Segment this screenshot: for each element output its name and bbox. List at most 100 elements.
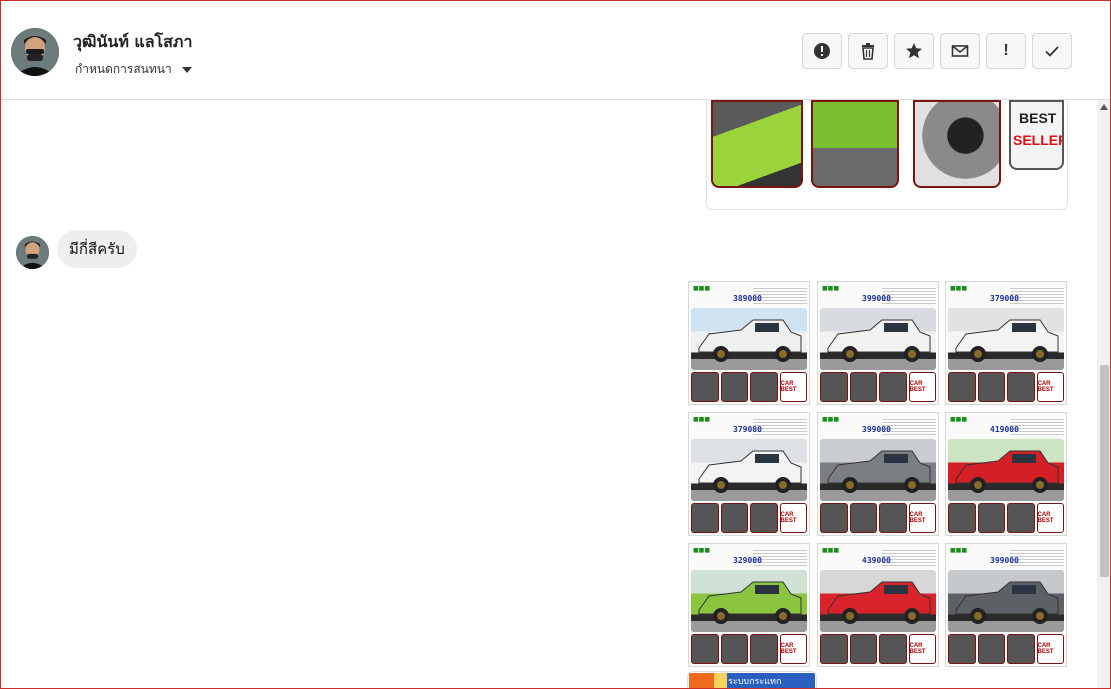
poster-detail-thumbnails: CAR BEST	[948, 503, 1064, 533]
poster-detail-thumbnails: CAR BEST	[948, 634, 1064, 664]
detail-thumbnail	[720, 503, 748, 533]
poster-price: 439000	[862, 556, 891, 565]
poster-car-photo	[948, 308, 1064, 370]
detail-thumbnail	[750, 503, 778, 533]
poster-logo: ■■■	[822, 285, 840, 292]
poster-car-photo	[820, 439, 936, 501]
poster-logo: ■■■	[950, 547, 968, 554]
outgoing-image-grid[interactable]: ■■■ 389000 CAR BEST ■■■ 399000 CAR BEST ■■■ 379…	[687, 281, 1069, 667]
assign-label: กำหนดการสนทนา	[75, 62, 172, 76]
sender-avatar[interactable]	[16, 236, 49, 269]
image-tile	[811, 100, 899, 188]
alert-circle-icon	[814, 43, 830, 59]
poster-badge: CAR BEST	[908, 634, 936, 664]
poster-price: 329000	[733, 556, 762, 565]
detail-thumbnail	[820, 372, 848, 402]
detail-thumbnail	[750, 634, 778, 664]
conversation-header: วุฒินันท์ แลโสภา กำหนดการสนทนา !	[0, 0, 1111, 100]
poster-price: 379000	[733, 425, 762, 434]
detail-thumbnail	[720, 372, 748, 402]
detail-thumbnail	[977, 634, 1005, 664]
poster-badge: CAR BEST	[779, 372, 807, 402]
poster-badge: CAR BEST	[1036, 634, 1064, 664]
car-poster-image[interactable]: ■■■ 399000 CAR BEST	[945, 543, 1067, 667]
important-button[interactable]: !	[986, 33, 1026, 69]
detail-thumbnail	[879, 372, 907, 402]
car-poster-image[interactable]: ■■■ 439000 CAR BEST	[817, 543, 939, 667]
exclamation-icon: !	[1003, 42, 1009, 59]
image-preview-text: ระบบกระแทก	[728, 677, 782, 687]
poster-car-photo	[820, 570, 936, 632]
poster-badge: CAR BEST	[908, 372, 936, 402]
poster-badge: CAR BEST	[908, 503, 936, 533]
message-text: มีกี่สีครับ	[69, 240, 125, 258]
detail-thumbnail	[691, 372, 719, 402]
email-button[interactable]	[940, 33, 980, 69]
car-poster-image[interactable]: ■■■ 419000 CAR BEST	[945, 412, 1067, 536]
incoming-message-bubble[interactable]: มีกี่สีครับ	[57, 230, 137, 268]
detail-thumbnail	[849, 503, 877, 533]
car-poster-image[interactable]: ■■■ 399000 CAR BEST	[817, 281, 939, 405]
header-toolbar: !	[802, 33, 1072, 69]
report-button[interactable]	[802, 33, 842, 69]
check-icon	[1045, 46, 1059, 57]
detail-thumbnail	[977, 372, 1005, 402]
envelope-icon	[951, 45, 969, 57]
trash-icon	[862, 43, 874, 60]
assign-conversation-dropdown[interactable]: กำหนดการสนทนา	[75, 60, 192, 79]
detail-thumbnail	[948, 372, 976, 402]
poster-car-photo	[948, 570, 1064, 632]
poster-car-photo	[691, 439, 807, 501]
poster-logo: ■■■	[693, 285, 711, 292]
poster-car-photo	[948, 439, 1064, 501]
poster-logo: ■■■	[822, 416, 840, 423]
poster-detail-thumbnails: CAR BEST	[820, 372, 936, 402]
car-poster-image[interactable]: ■■■ 389000 CAR BEST	[688, 281, 810, 405]
detail-thumbnail	[977, 503, 1005, 533]
contact-avatar[interactable]	[11, 28, 59, 76]
poster-car-photo	[691, 570, 807, 632]
poster-price: 379000	[990, 294, 1019, 303]
image-tile	[711, 100, 803, 188]
next-image-message[interactable]: ระบบกระแทก	[687, 671, 817, 689]
detail-thumbnail	[879, 503, 907, 533]
poster-badge: CAR BEST	[1036, 503, 1064, 533]
poster-price: 399000	[990, 556, 1019, 565]
poster-price: 419000	[990, 425, 1019, 434]
detail-thumbnail	[849, 634, 877, 664]
poster-badge: CAR BEST	[1036, 372, 1064, 402]
poster-detail-thumbnails: CAR BEST	[691, 503, 807, 533]
car-poster-image[interactable]: ■■■ 399000 CAR BEST	[817, 412, 939, 536]
outgoing-image-message[interactable]: BEST SELLER	[706, 100, 1068, 210]
poster-car-photo	[691, 308, 807, 370]
done-button[interactable]	[1032, 33, 1072, 69]
poster-price: 399000	[862, 425, 891, 434]
poster-car-photo	[820, 308, 936, 370]
detail-thumbnail	[1007, 503, 1035, 533]
scroll-up-arrow-icon[interactable]	[1100, 104, 1108, 110]
star-icon	[906, 43, 922, 59]
detail-thumbnail	[1007, 372, 1035, 402]
detail-thumbnail	[820, 503, 848, 533]
poster-price: 399000	[862, 294, 891, 303]
poster-logo: ■■■	[693, 416, 711, 423]
delete-button[interactable]	[848, 33, 888, 69]
poster-detail-thumbnails: CAR BEST	[691, 372, 807, 402]
star-button[interactable]	[894, 33, 934, 69]
poster-detail-thumbnails: CAR BEST	[820, 634, 936, 664]
car-poster-image[interactable]: ■■■ 329000 CAR BEST	[688, 543, 810, 667]
detail-thumbnail	[948, 503, 976, 533]
scrollbar-thumb[interactable]	[1100, 365, 1109, 577]
detail-thumbnail	[849, 372, 877, 402]
car-poster-image[interactable]: ■■■ 379000 CAR BEST	[945, 281, 1067, 405]
best-seller-badge: BEST SELLER	[1009, 100, 1064, 170]
detail-thumbnail	[750, 372, 778, 402]
poster-detail-thumbnails: CAR BEST	[691, 634, 807, 664]
poster-logo: ■■■	[693, 547, 711, 554]
poster-logo: ■■■	[822, 547, 840, 554]
detail-thumbnail	[948, 634, 976, 664]
poster-detail-thumbnails: CAR BEST	[948, 372, 1064, 402]
caret-down-icon	[181, 66, 192, 73]
badge-seller-text: SELLER	[1013, 132, 1064, 148]
car-poster-image[interactable]: ■■■ 379000 CAR BEST	[688, 412, 810, 536]
